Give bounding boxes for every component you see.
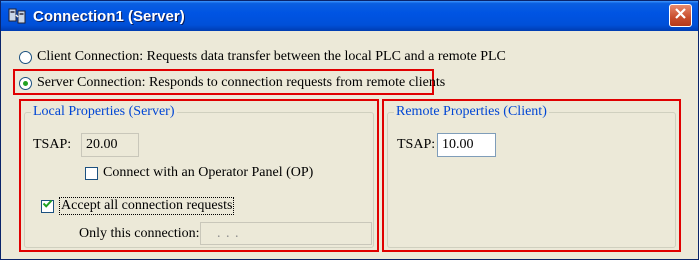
window-title: Connection1 (Server)	[33, 7, 185, 25]
server-connection-label: Server Connection: Responds to connectio…	[37, 75, 446, 90]
checkmark-icon	[42, 198, 53, 214]
client-connection-option[interactable]: Client Connection: Requests data transfe…	[19, 49, 506, 65]
client-connection-radio[interactable]	[19, 50, 32, 64]
remote-tsap-label: TSAP:	[397, 137, 436, 152]
remote-tsap-field[interactable]: 10.00	[437, 133, 496, 157]
server-connection-radio[interactable]	[19, 76, 32, 90]
dialog-content: Client Connection: Requests data transfe…	[1, 31, 698, 259]
plc-connection-icon	[7, 6, 27, 26]
remote-properties-group: Remote Properties (Client)	[387, 104, 676, 248]
server-connection-option[interactable]: Server Connection: Responds to connectio…	[19, 75, 445, 91]
local-tsap-label: TSAP:	[33, 137, 72, 152]
only-connection-label: Only this connection:	[79, 226, 200, 241]
only-connection-field[interactable]: . . .	[200, 222, 372, 245]
connect-op-checkbox[interactable]	[85, 166, 98, 180]
local-properties-legend: Local Properties (Server)	[31, 104, 177, 120]
accept-all-label: Accept all connection requests	[59, 197, 235, 215]
client-connection-label: Client Connection: Requests data transfe…	[37, 49, 506, 64]
accept-all-option[interactable]: Accept all connection requests	[41, 197, 235, 215]
accept-all-checkbox[interactable]	[41, 198, 54, 214]
close-icon	[674, 7, 687, 25]
remote-properties-legend: Remote Properties (Client)	[394, 104, 549, 120]
title-bar[interactable]: Connection1 (Server)	[1, 1, 698, 31]
close-button[interactable]	[669, 4, 692, 27]
connect-op-label: Connect with an Operator Panel (OP)	[103, 165, 314, 180]
local-tsap-field[interactable]: 20.00	[81, 133, 139, 157]
connect-op-option[interactable]: Connect with an Operator Panel (OP)	[85, 165, 313, 181]
dialog-window: Connection1 (Server) Client Connection: …	[0, 0, 699, 260]
